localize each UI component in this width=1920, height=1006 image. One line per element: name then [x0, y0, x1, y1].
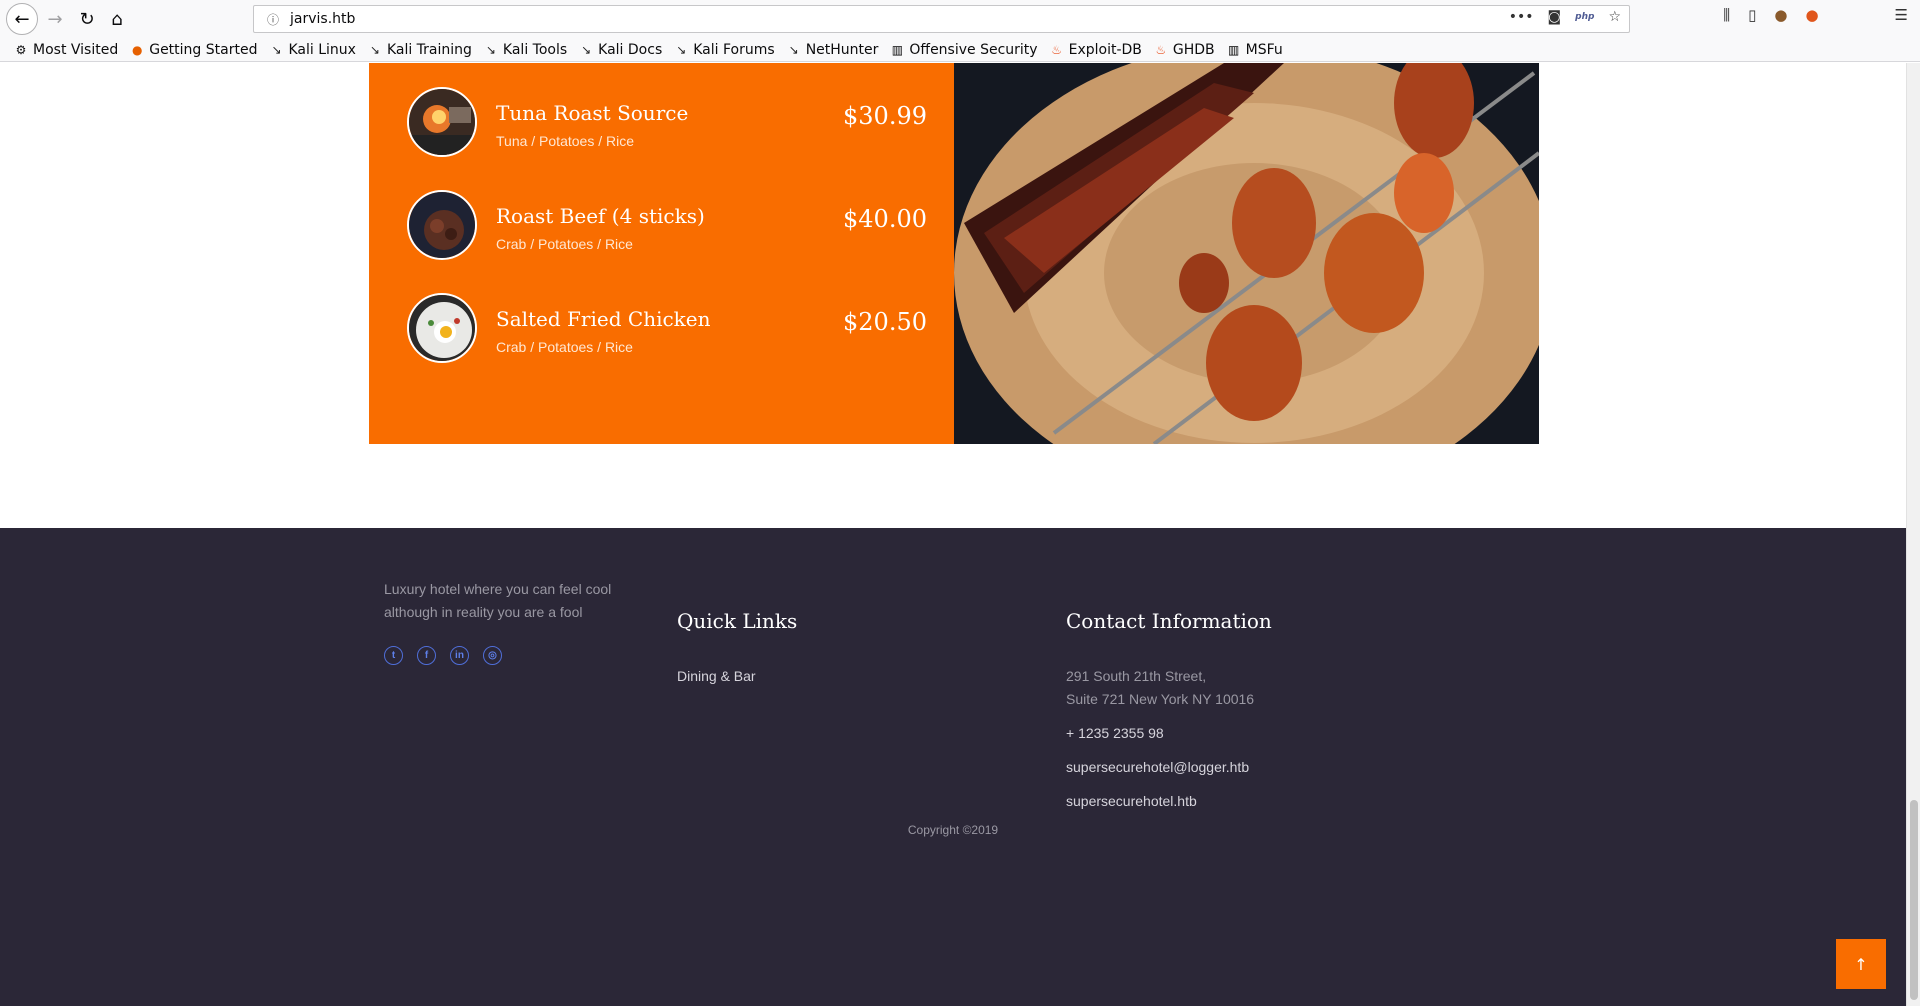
bookmark-kali-tools[interactable]: ↘ Kali Tools: [484, 42, 567, 58]
menu-item-desc: Tuna / Potatoes / Rice: [496, 133, 634, 149]
arrow-up-icon: ↑: [1854, 954, 1868, 974]
pocket-icon[interactable]: ◙: [1548, 9, 1562, 25]
bookmark-kali-training[interactable]: ↘ Kali Training: [368, 42, 472, 58]
browser-toolbar: ← → ↻ ⌂ ⓘ jarvis.htb ••• ◙ php ☆ ⫼ ▯ ● ●…: [0, 0, 1920, 38]
menu-item-name: Tuna Roast Source: [496, 101, 689, 125]
twitter-icon[interactable]: t: [384, 646, 403, 665]
exploitdb-icon: ♨: [1051, 42, 1062, 57]
grilled-food-image: [954, 63, 1539, 444]
offsec-icon: ▥: [1227, 42, 1240, 57]
extension-icon[interactable]: ●: [1805, 6, 1818, 24]
contact-heading: Contact Information: [1066, 609, 1272, 633]
site-footer: [0, 528, 1906, 1006]
bookmark-getting-started[interactable]: ● Getting Started: [130, 42, 258, 58]
kali-icon: ↘: [581, 42, 592, 57]
reload-icon: ↻: [79, 8, 95, 30]
exploitdb-icon: ♨: [1155, 42, 1167, 57]
home-icon: ⌂: [111, 8, 123, 30]
menu-item-price: $40.00: [843, 205, 927, 233]
page-content: Tuna Roast Source Tuna / Potatoes / Rice…: [0, 63, 1906, 1006]
kali-icon: ↘: [485, 42, 496, 57]
kali-icon: ↘: [788, 42, 799, 57]
social-links: t f in ◎: [384, 646, 502, 665]
contact-address-line1: 291 South 21th Street,: [1066, 668, 1207, 684]
back-button[interactable]: ←: [6, 3, 38, 35]
url-text[interactable]: jarvis.htb: [290, 11, 355, 27]
scrollbar-thumb[interactable]: [1910, 800, 1918, 1000]
arrow-right-icon: →: [47, 8, 63, 30]
hamburger-menu-icon[interactable]: ☰: [1895, 6, 1908, 24]
contact-address-line2: Suite 721 New York NY 10016: [1066, 691, 1255, 707]
facebook-icon[interactable]: f: [417, 646, 436, 665]
sidebar-icon[interactable]: ▯: [1748, 6, 1756, 24]
bookmarks-bar: ⚙ Most Visited ● Getting Started ↘ Kali Lin…: [0, 38, 1920, 62]
food-thumbnail: [407, 293, 477, 363]
arrow-left-icon: ←: [14, 8, 30, 30]
menu-item-desc: Crab / Potatoes / Rice: [496, 339, 633, 355]
menu-item: Tuna Roast Source Tuna / Potatoes / Rice…: [407, 87, 927, 167]
bookmark-msfu[interactable]: ▥ MSFu: [1227, 42, 1283, 58]
url-bar[interactable]: ⓘ jarvis.htb ••• ◙ php ☆: [253, 5, 1630, 33]
kali-icon: ↘: [369, 42, 380, 57]
contact-phone[interactable]: + 1235 2355 98: [1066, 722, 1164, 745]
bookmark-kali-linux[interactable]: ↘ Kali Linux: [269, 42, 356, 58]
linkedin-icon[interactable]: in: [450, 646, 469, 665]
food-thumbnail: [407, 190, 477, 260]
menu-item-name: Roast Beef (4 sticks): [496, 204, 705, 228]
dribbble-icon[interactable]: ◎: [483, 646, 502, 665]
page-scrollbar[interactable]: [1906, 63, 1920, 1006]
bookmark-nethunter[interactable]: ↘ NetHunter: [787, 42, 879, 58]
offsec-icon: ▥: [891, 42, 904, 57]
bookmark-offensive-security[interactable]: ▥ Offensive Security: [890, 42, 1038, 58]
cookie-extension-icon[interactable]: ●: [1774, 6, 1787, 24]
bookmark-ghdb[interactable]: ♨ GHDB: [1154, 42, 1215, 58]
copyright-text: Copyright ©2019: [907, 823, 999, 837]
menu-list: Tuna Roast Source Tuna / Potatoes / Rice…: [369, 63, 954, 444]
gear-icon: ⚙: [15, 42, 27, 57]
contact-email[interactable]: supersecurehotel@logger.htb: [1066, 756, 1249, 779]
forward-button[interactable]: →: [40, 4, 70, 34]
reload-button[interactable]: ↻: [72, 4, 102, 34]
firefox-icon: ●: [131, 42, 143, 57]
food-thumbnail: [407, 87, 477, 157]
kali-icon: ↘: [676, 42, 687, 57]
kali-icon: ↘: [271, 42, 282, 57]
bookmark-kali-docs[interactable]: ↘ Kali Docs: [579, 42, 662, 58]
bookmark-most-visited[interactable]: ⚙ Most Visited: [14, 42, 119, 58]
menu-item: Salted Fried Chicken Crab / Potatoes / R…: [407, 293, 927, 373]
home-button[interactable]: ⌂: [102, 4, 132, 34]
menu-item: Roast Beef (4 sticks) Crab / Potatoes / …: [407, 190, 927, 270]
bookmark-star-icon[interactable]: ☆: [1608, 9, 1621, 25]
quick-links-heading: Quick Links: [677, 609, 798, 633]
page-actions-icon[interactable]: •••: [1509, 9, 1534, 25]
menu-item-desc: Crab / Potatoes / Rice: [496, 236, 633, 252]
contact-website[interactable]: supersecurehotel.htb: [1066, 790, 1197, 813]
menu-item-price: $30.99: [843, 102, 927, 130]
bookmark-kali-forums[interactable]: ↘ Kali Forums: [674, 42, 774, 58]
library-icon[interactable]: ⫼: [1723, 6, 1730, 24]
footer-about-text: Luxury hotel where you can feel cool alt…: [384, 581, 612, 620]
scroll-to-top-button[interactable]: ↑: [1836, 939, 1886, 989]
menu-item-price: $20.50: [843, 308, 927, 336]
bookmark-exploit-db[interactable]: ♨ Exploit-DB: [1050, 42, 1142, 58]
quick-link-dining-bar[interactable]: Dining & Bar: [677, 668, 756, 684]
menu-item-name: Salted Fried Chicken: [496, 307, 711, 331]
php-extension-icon[interactable]: php: [1575, 12, 1594, 22]
info-icon[interactable]: ⓘ: [260, 11, 286, 28]
